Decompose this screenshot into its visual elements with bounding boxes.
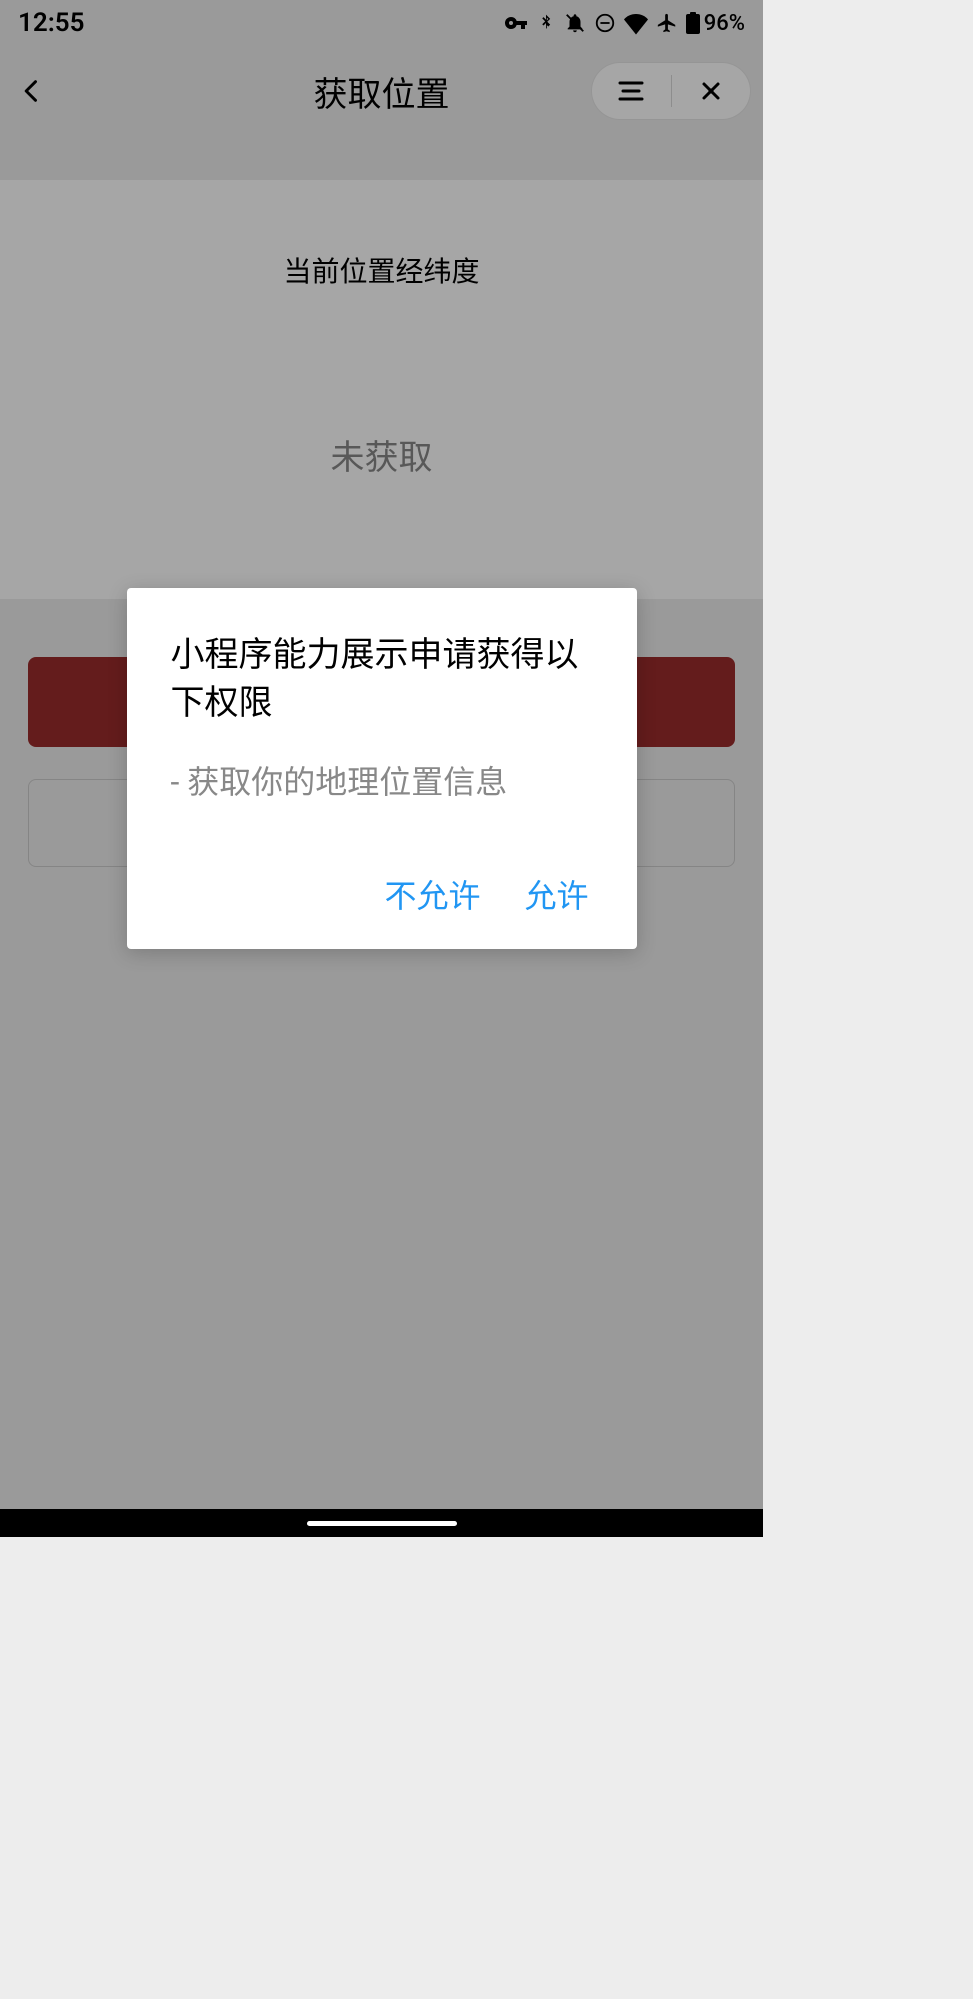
system-nav-bar xyxy=(0,1509,763,1537)
dialog-actions: 不允许 允许 xyxy=(171,863,593,925)
dialog-description: - 获取你的地理位置信息 xyxy=(171,757,593,803)
deny-button[interactable]: 不允许 xyxy=(380,863,484,925)
dialog-title: 小程序能力展示申请获得以下权限 xyxy=(171,632,593,727)
allow-button[interactable]: 允许 xyxy=(520,863,592,925)
nav-pill[interactable] xyxy=(307,1521,457,1526)
modal-overlay[interactable]: 小程序能力展示申请获得以下权限 - 获取你的地理位置信息 不允许 允许 xyxy=(0,0,763,1537)
permission-dialog: 小程序能力展示申请获得以下权限 - 获取你的地理位置信息 不允许 允许 xyxy=(127,588,637,949)
